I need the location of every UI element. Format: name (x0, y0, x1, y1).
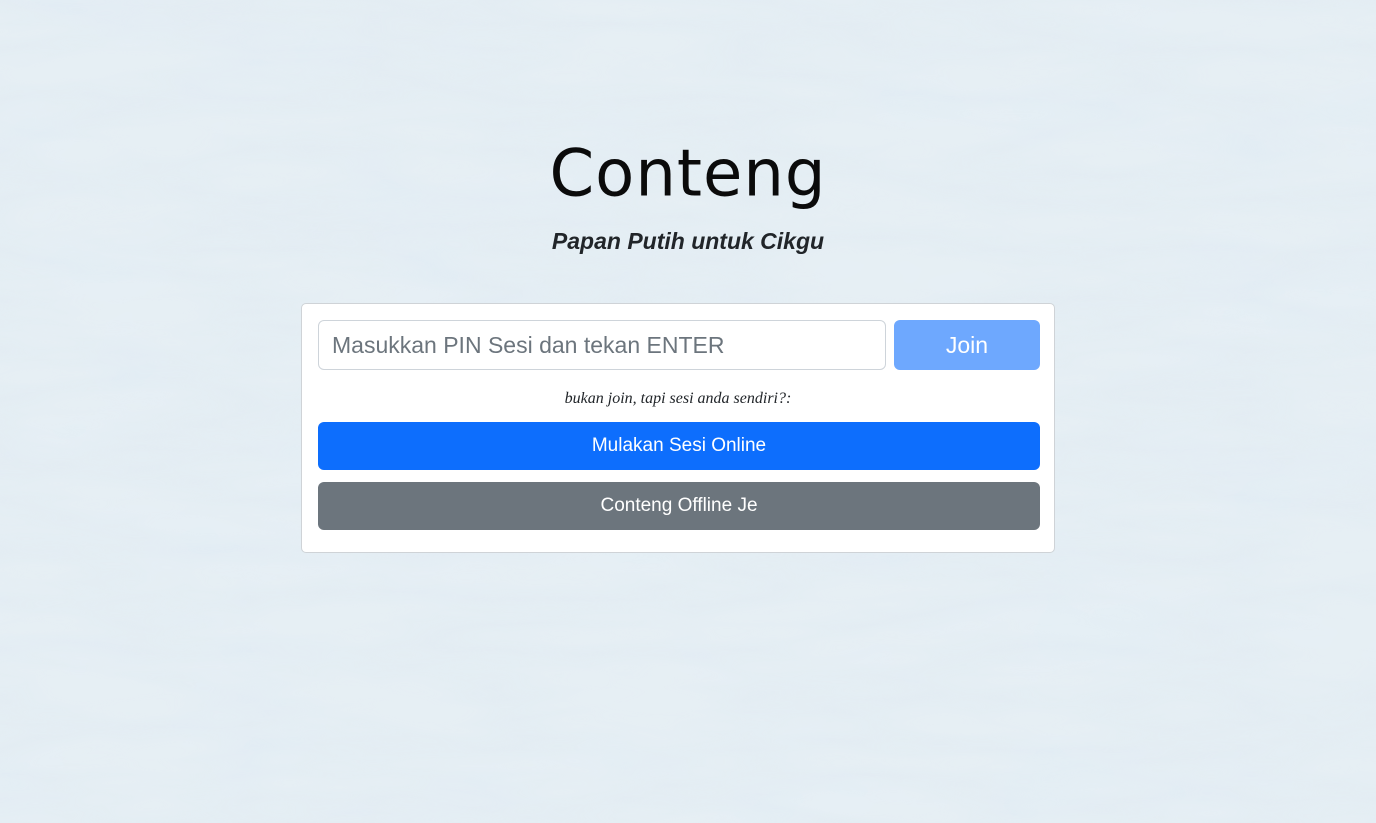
session-card: Join bukan join, tapi sesi anda sendiri?… (301, 303, 1055, 553)
own-session-hint: bukan join, tapi sesi anda sendiri?: (564, 390, 792, 407)
app-title: Conteng (549, 136, 827, 212)
start-online-session-button[interactable]: Mulakan Sesi Online (318, 422, 1040, 470)
landing-page: Conteng Papan Putih untuk Cikgu Join buk… (0, 0, 1376, 823)
join-button[interactable]: Join (894, 320, 1040, 370)
offline-whiteboard-button[interactable]: Conteng Offline Je (318, 482, 1040, 530)
session-pin-input[interactable] (318, 320, 886, 370)
app-subtitle: Papan Putih untuk Cikgu (551, 228, 825, 254)
